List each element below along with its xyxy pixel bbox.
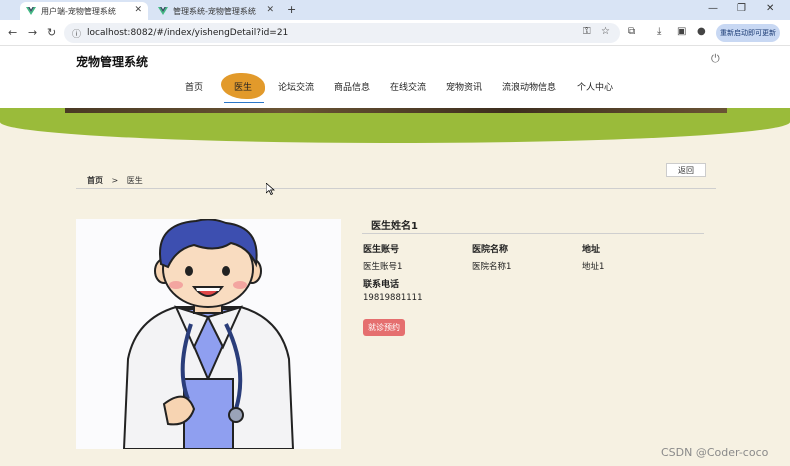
- nav-item-online-chat[interactable]: 在线交流: [390, 80, 426, 93]
- doctor-name: 医生姓名1: [371, 221, 418, 232]
- bookmark-star-icon[interactable]: ☆: [601, 26, 610, 37]
- field-value-account: 医生账号1: [363, 262, 403, 272]
- appointment-button[interactable]: 就诊预约: [363, 319, 405, 336]
- nav-item-products[interactable]: 商品信息: [334, 80, 370, 93]
- doctor-illustration-icon: [122, 218, 295, 450]
- relaunch-update-button[interactable]: 重新启动即可更新: [716, 24, 780, 42]
- reload-icon[interactable]: ↻: [47, 26, 56, 39]
- window-close-icon[interactable]: ✕: [766, 3, 774, 14]
- name-divider: [362, 233, 704, 234]
- browser-tab-strip: 用户端-宠物管理系统 ✕ 管理系统-宠物管理系统 ✕ + — ❐ ✕: [0, 0, 790, 20]
- extensions-icon[interactable]: ⧉: [628, 26, 635, 37]
- address-bar[interactable]: ⓘ ⚿ ☆: [64, 23, 620, 43]
- nav-item-pet-news[interactable]: 宠物资讯: [446, 80, 482, 93]
- nav-item-stray-animals[interactable]: 流浪动物信息: [502, 80, 556, 93]
- breadcrumb-separator: >: [111, 176, 119, 185]
- close-icon[interactable]: ✕: [134, 5, 142, 15]
- doctor-photo: [76, 218, 341, 450]
- nav-active-underline: [224, 102, 264, 103]
- field-value-address: 地址1: [582, 262, 605, 272]
- forward-arrow-icon[interactable]: →: [28, 26, 37, 39]
- new-tab-icon[interactable]: +: [287, 3, 296, 16]
- back-button[interactable]: 返回: [666, 163, 706, 177]
- nav-item-home[interactable]: 首页: [185, 80, 203, 93]
- header-green-band: [0, 108, 790, 143]
- site-header: 宠物管理系统 ⏻ 首页 医生 论坛交流 商品信息 在线交流 宠物资讯 流浪动物信…: [0, 46, 790, 108]
- browser-toolbar: ← → ↻ ⓘ ⚿ ☆ ⧉ ⤓ ▣ ● 重新启动即可更新: [0, 20, 790, 46]
- close-icon[interactable]: ✕: [266, 5, 274, 15]
- site-info-icon[interactable]: ⓘ: [72, 27, 81, 40]
- header-banner-strip: [65, 108, 727, 113]
- breadcrumb-divider: [76, 188, 716, 189]
- site-title: 宠物管理系统: [76, 55, 149, 69]
- download-icon[interactable]: ⤓: [657, 26, 661, 37]
- vue-logo-icon: [26, 6, 36, 16]
- url-input[interactable]: [87, 28, 528, 38]
- profile-icon[interactable]: ●: [697, 26, 706, 37]
- power-logout-icon[interactable]: ⏻: [711, 52, 720, 66]
- nav-item-forum[interactable]: 论坛交流: [278, 80, 314, 93]
- vue-logo-icon: [158, 6, 168, 16]
- breadcrumb-home[interactable]: 首页: [87, 176, 103, 185]
- restore-icon[interactable]: ❐: [737, 3, 746, 14]
- browser-tab-user[interactable]: 用户端-宠物管理系统 ✕: [20, 2, 148, 20]
- browser-tab-admin[interactable]: 管理系统-宠物管理系统 ✕: [152, 2, 280, 20]
- field-label-account: 医生账号: [363, 245, 400, 255]
- nav-item-doctor[interactable]: 医生: [234, 80, 252, 93]
- browser-tab-title: 用户端-宠物管理系统: [41, 6, 116, 16]
- field-label-hospital: 医院名称: [472, 245, 509, 255]
- nav-item-profile[interactable]: 个人中心: [577, 80, 613, 93]
- breadcrumb-current: 医生: [126, 176, 143, 185]
- minimize-icon[interactable]: —: [708, 3, 718, 14]
- mouse-cursor-icon: [266, 183, 275, 195]
- key-icon[interactable]: ⚿: [583, 26, 591, 37]
- field-value-hospital: 医院名称1: [472, 262, 512, 272]
- side-panel-icon[interactable]: ▣: [677, 26, 686, 37]
- field-value-phone: 19819881111: [363, 293, 423, 303]
- csdn-watermark: CSDN @Coder-coco: [661, 446, 769, 459]
- field-label-address: 地址: [582, 245, 601, 255]
- breadcrumb: 首页 > 医生: [87, 175, 149, 186]
- back-arrow-icon[interactable]: ←: [8, 26, 17, 39]
- browser-tab-title: 管理系统-宠物管理系统: [173, 6, 256, 16]
- field-label-phone: 联系电话: [363, 280, 400, 290]
